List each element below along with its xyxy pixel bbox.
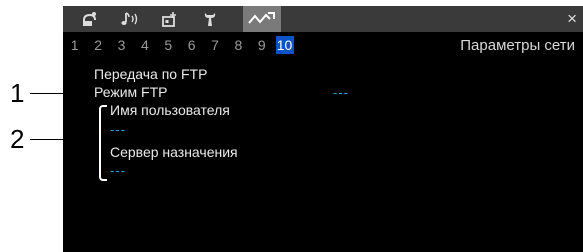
recording-icon [161, 12, 176, 27]
callout-1: 1 [10, 78, 25, 108]
group-bracket [99, 105, 107, 181]
page-7[interactable]: 7 [203, 36, 226, 54]
tab-recording[interactable] [151, 6, 188, 32]
camera-icon [82, 12, 96, 26]
page-6[interactable]: 6 [180, 36, 203, 54]
menu-tab-bar: × [63, 6, 583, 32]
close-icon[interactable]: × [567, 9, 577, 29]
page-5[interactable]: 5 [157, 36, 180, 54]
tab-audio[interactable] [111, 6, 148, 32]
network-icon [248, 12, 275, 24]
page-8[interactable]: 8 [227, 36, 250, 54]
wrench-icon [204, 13, 215, 26]
server-value[interactable]: --- [110, 163, 126, 178]
page-2[interactable]: 2 [86, 36, 109, 54]
page-4[interactable]: 4 [133, 36, 156, 54]
section-heading: Передача по FTP [94, 66, 208, 82]
callout-2: 2 [10, 124, 25, 154]
ftp-mode-value[interactable]: --- [333, 85, 349, 100]
page-10-active[interactable]: 10 [275, 36, 294, 54]
tab-setup[interactable] [191, 6, 228, 32]
page-3[interactable]: 3 [110, 36, 133, 54]
username-value[interactable]: --- [110, 122, 126, 137]
username-label[interactable]: Имя пользователя [110, 102, 230, 118]
tab-camera[interactable] [71, 6, 108, 32]
page-1[interactable]: 1 [63, 36, 86, 54]
page-index: 1 2 3 4 5 6 7 8 9 10 [63, 35, 294, 55]
camera-menu-screen: × 1 2 3 4 5 6 7 8 9 10 Параметры сети Пе… [63, 6, 583, 252]
ftp-mode-label[interactable]: Режим FTP [94, 84, 168, 100]
page-title: Параметры сети [460, 37, 575, 54]
page-9[interactable]: 9 [250, 36, 273, 54]
server-label[interactable]: Сервер назначения [110, 144, 238, 160]
audio-icon [120, 12, 137, 25]
tab-network[interactable] [243, 6, 281, 32]
